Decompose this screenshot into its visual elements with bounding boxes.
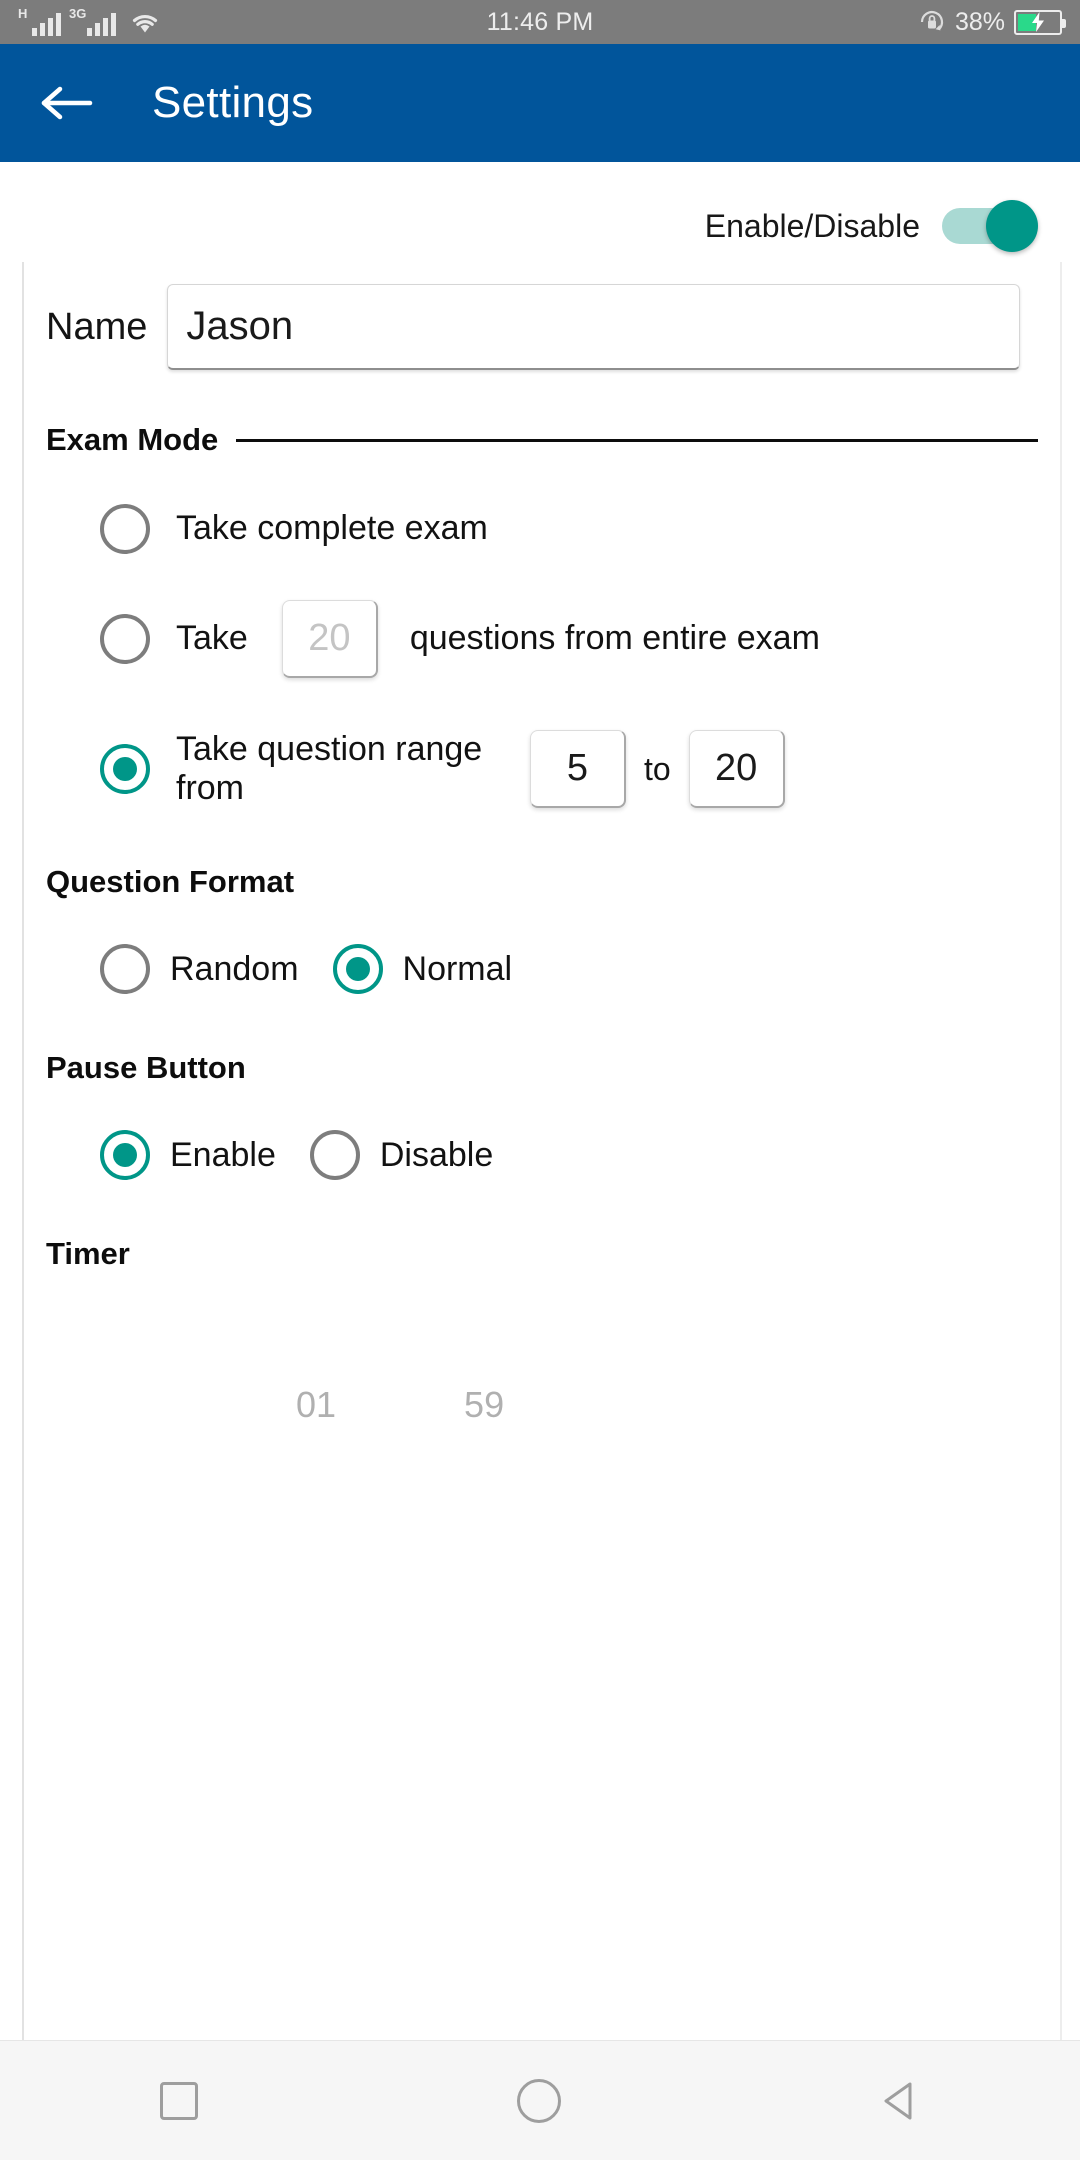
- triangle-back-icon[interactable]: [880, 2080, 920, 2122]
- radio-label-take-complete-exam: Take complete exam: [176, 509, 488, 548]
- android-navigation-bar: [0, 2040, 1080, 2160]
- question-format-heading: Question Format: [46, 864, 295, 900]
- back-arrow-icon[interactable]: [38, 82, 94, 124]
- timer-number-picker[interactable]: 01 59: [24, 1384, 1060, 1426]
- exam-mode-fieldset: Exam Mode Take complete exam Take 20 que…: [46, 422, 1038, 809]
- timer-minutes-value[interactable]: 01: [296, 1384, 336, 1426]
- exam-mode-legend-row: Exam Mode: [46, 422, 1038, 458]
- radio-take-question-range[interactable]: [100, 744, 150, 795]
- exam-mode-legend: Exam Mode: [46, 422, 219, 457]
- radio-label-pause-disable: Disable: [379, 1135, 494, 1174]
- name-row: Name Jason: [24, 262, 1060, 370]
- radio-label-format-normal: Normal: [402, 949, 513, 988]
- question-format-options: Random Normal: [24, 944, 1060, 995]
- enable-disable-toggle[interactable]: [942, 200, 1038, 252]
- pause-button-options: Enable Disable: [24, 1130, 1060, 1181]
- radio-pause-enable[interactable]: [100, 1130, 150, 1181]
- app-bar: Settings: [0, 44, 1080, 162]
- range-to-input[interactable]: 20: [688, 730, 785, 809]
- rotation-lock-icon: [918, 8, 946, 36]
- exam-mode-option-complete[interactable]: Take complete exam: [46, 504, 1038, 554]
- exam-mode-option-range[interactable]: Take question range from 5 to 20: [46, 730, 1038, 809]
- range-from-input[interactable]: 5: [530, 730, 626, 809]
- range-to-label: to: [644, 750, 671, 787]
- radio-take-complete-exam[interactable]: [100, 504, 150, 554]
- legend-divider: [236, 438, 1038, 442]
- battery-charging-icon: [1014, 9, 1066, 35]
- radio-pause-disable[interactable]: [309, 1130, 360, 1181]
- settings-scroll-area[interactable]: Name Jason Exam Mode Take complete exam …: [22, 262, 1062, 2040]
- radio-label-pause-enable: Enable: [170, 1135, 276, 1174]
- status-bar: H 3G 11:46 PM 38%: [0, 0, 1080, 44]
- radio-format-random[interactable]: [100, 944, 150, 995]
- question-count-input[interactable]: 20: [281, 600, 378, 678]
- page-title: Settings: [152, 78, 314, 127]
- name-label: Name: [46, 305, 148, 348]
- battery-percentage-label: 38%: [954, 7, 1005, 36]
- question-count-suffix-label: questions from entire exam: [409, 619, 820, 658]
- exam-mode-option-count[interactable]: Take 20 questions from entire exam: [46, 600, 1038, 678]
- toggle-thumb: [986, 200, 1038, 252]
- enable-disable-label: Enable/Disable: [704, 207, 920, 244]
- radio-label-take: Take: [176, 619, 248, 658]
- pause-button-heading: Pause Button: [46, 1050, 246, 1086]
- status-bar-right-icons: 38%: [918, 7, 1066, 37]
- radio-take-n-questions[interactable]: [100, 614, 150, 664]
- enable-disable-row: Enable/Disable: [0, 162, 1080, 252]
- radio-label-format-random: Random: [170, 949, 299, 988]
- radio-label-take-question-range: Take question range from: [176, 730, 483, 808]
- phone-screen: H 3G 11:46 PM 38% Settings Enable/Disabl…: [0, 0, 1080, 2160]
- circle-home-icon[interactable]: [516, 2078, 561, 2123]
- square-recents-icon[interactable]: [159, 2081, 198, 2120]
- timer-heading: Timer: [46, 1236, 130, 1272]
- name-input[interactable]: Jason: [167, 284, 1020, 370]
- radio-format-normal[interactable]: [332, 944, 383, 995]
- timer-seconds-value[interactable]: 59: [464, 1384, 504, 1426]
- settings-content: Enable/Disable Name Jason Exam Mode Take…: [0, 162, 1080, 2040]
